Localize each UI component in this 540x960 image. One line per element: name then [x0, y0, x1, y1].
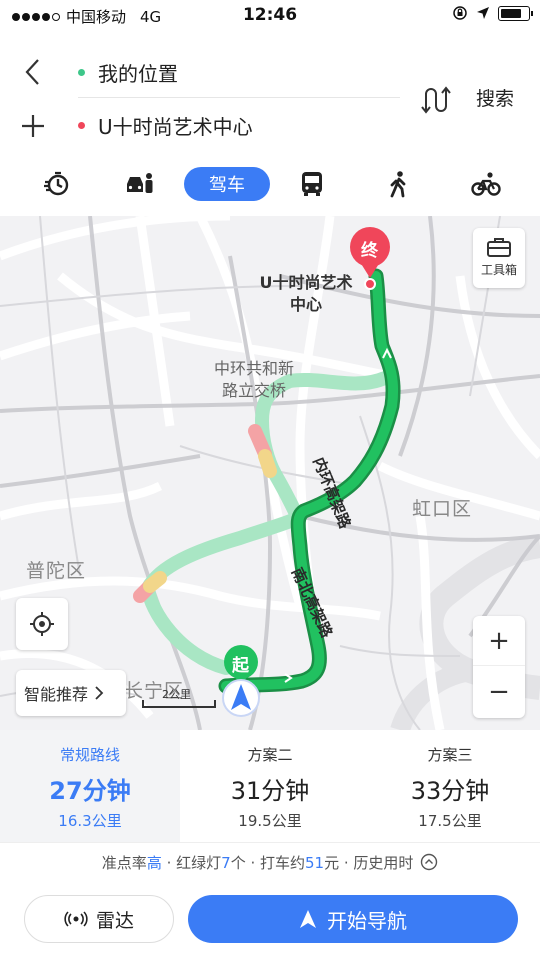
- tab-bike[interactable]: [466, 166, 506, 202]
- zoom-out-button[interactable]: −: [473, 667, 525, 717]
- rotation-lock-icon: [453, 6, 467, 20]
- route-option-time: 31分钟: [230, 777, 310, 805]
- origin-text: 我的位置: [98, 62, 178, 86]
- route-option-distance: 16.3公里: [58, 812, 122, 830]
- start-navigation-button[interactable]: 开始导航: [188, 895, 518, 943]
- origin-dot: [78, 69, 85, 76]
- chevron-right-icon: [95, 686, 104, 700]
- tab-taxi[interactable]: [37, 166, 77, 202]
- walk-icon: [390, 171, 406, 198]
- map-view[interactable]: 普陀区 虹口区 长宁区 中环共和新 路立交桥 U十时尚艺术 中心 终 起 内环高…: [0, 216, 540, 730]
- bike-icon: [471, 172, 501, 196]
- scale-bar: [142, 700, 216, 708]
- route-option-name: 方案三: [427, 746, 473, 764]
- current-location-shape: [222, 679, 260, 717]
- district-label-hongkou: 虹口区: [412, 498, 473, 520]
- route-option-1[interactable]: 常规路线 27分钟 16.3公里: [0, 730, 180, 842]
- radar-label: 雷达: [95, 909, 134, 932]
- radar-icon: [64, 911, 88, 927]
- status-bar: 中国移动 4G 12:46: [0, 0, 540, 30]
- search-button[interactable]: 搜索: [476, 84, 514, 111]
- battery-icon: [498, 5, 533, 21]
- traffic-lights-count: 7: [221, 854, 231, 872]
- toolbox-button[interactable]: 工具箱: [473, 228, 525, 288]
- taxi-timer-icon: [44, 171, 69, 196]
- tab-bus[interactable]: [292, 166, 332, 202]
- route-option-name: 常规路线: [59, 746, 120, 764]
- route-option-3[interactable]: 方案三 33分钟 17.5公里: [360, 730, 540, 842]
- origin-field[interactable]: 我的位置: [78, 48, 400, 98]
- travel-mode-tabs: 驾车: [0, 164, 540, 204]
- app-screen: 中国移动 4G 12:46 我的位置 U十时尚艺术中心 搜索 驾车 普陀区 虹口…: [0, 0, 540, 960]
- route-option-time: 27分钟: [49, 777, 131, 805]
- car-people-icon: [127, 173, 153, 193]
- route-option-time: 33分钟: [410, 777, 490, 805]
- route-option-distance: 19.5公里: [238, 812, 302, 830]
- tab-drive[interactable]: 驾车: [184, 167, 270, 201]
- chevron-up-circle-icon: [420, 853, 438, 871]
- smart-recommend-label: 智能推荐: [24, 685, 89, 704]
- destination-map-label[interactable]: U十时尚艺术 中心: [246, 272, 366, 316]
- district-label-putuo: 普陀区: [26, 560, 87, 582]
- zoom-in-button[interactable]: +: [473, 616, 525, 666]
- toolbox-label: 工具箱: [480, 263, 517, 277]
- destination-text: U十时尚艺术中心: [98, 114, 253, 139]
- route-header: 我的位置 U十时尚艺术中心 搜索: [0, 40, 540, 150]
- zoom-controls: + −: [473, 616, 525, 718]
- back-button[interactable]: [18, 54, 48, 90]
- radar-button[interactable]: 雷达: [24, 895, 174, 943]
- destination-dot: [78, 121, 85, 129]
- destination-field[interactable]: U十时尚艺术中心: [78, 100, 400, 150]
- tab-ride-share[interactable]: [120, 166, 160, 202]
- navigation-arrow-icon: [300, 910, 316, 928]
- tab-walk[interactable]: [378, 166, 418, 202]
- toolbox-icon: [487, 238, 511, 257]
- route-option-2[interactable]: 方案二 31分钟 19.5公里: [180, 730, 360, 842]
- location-arrow-icon: [477, 7, 489, 19]
- accuracy-value: 高: [146, 854, 162, 872]
- route-options: 常规路线 27分钟 16.3公里 方案二 31分钟 19.5公里 方案三 33分…: [0, 730, 540, 842]
- add-waypoint-button[interactable]: [18, 108, 48, 144]
- swap-route-button[interactable]: [418, 82, 454, 118]
- route-info-bar[interactable]: 准点率高 · 红绿灯7个 · 打车约51元 · 历史用时: [0, 842, 540, 882]
- route-option-name: 方案二: [247, 746, 293, 764]
- start-marker-label: 起: [232, 656, 249, 676]
- poi-interchange-label[interactable]: 中环共和新 路立交桥: [196, 358, 312, 402]
- start-navigation-label: 开始导航: [327, 908, 407, 933]
- map-scale: 2公里: [142, 686, 216, 708]
- end-marker-label: 终: [361, 241, 378, 261]
- locate-me-button[interactable]: [16, 598, 68, 650]
- taxi-fare: 51: [305, 854, 325, 872]
- route-option-distance: 17.5公里: [418, 812, 482, 830]
- crosshair-icon: [30, 612, 54, 636]
- smart-recommend-button[interactable]: 智能推荐: [16, 670, 126, 716]
- bus-icon: [302, 172, 322, 196]
